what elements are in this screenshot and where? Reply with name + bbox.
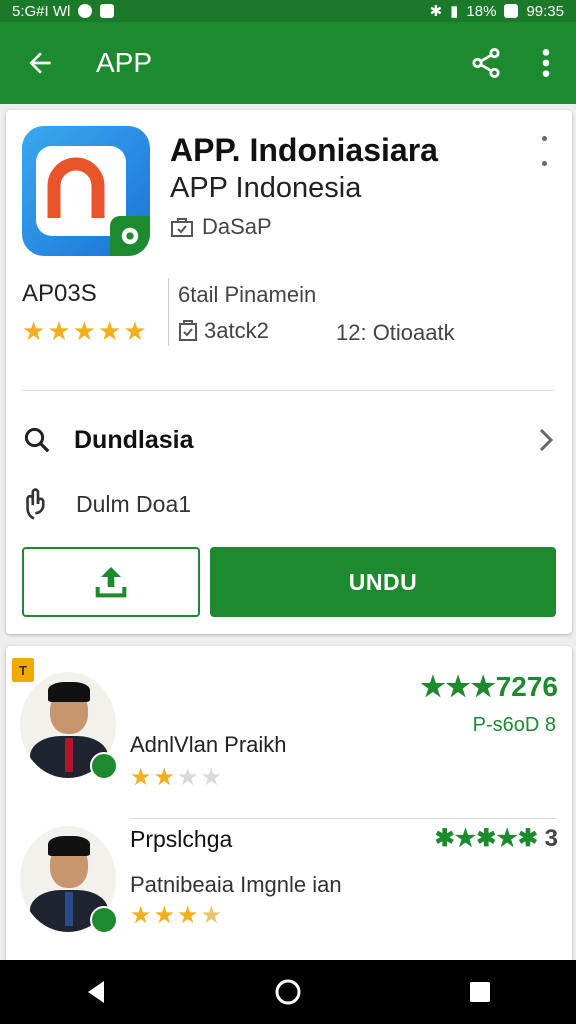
triangle-back-icon bbox=[88, 981, 104, 1003]
arrow-back-icon bbox=[29, 52, 51, 74]
nav-home-button[interactable] bbox=[258, 962, 318, 1022]
star-icon: ★ bbox=[130, 902, 152, 929]
app-subtitle: APP Indonesia bbox=[170, 172, 362, 204]
notification-icon bbox=[78, 4, 93, 18]
chevron-right-icon bbox=[539, 428, 554, 452]
nav-back-button[interactable] bbox=[66, 962, 126, 1022]
search-icon bbox=[24, 427, 50, 453]
star-icon: ★ bbox=[177, 902, 199, 929]
info-value: 3atck2 bbox=[204, 318, 269, 343]
package-icon bbox=[179, 320, 197, 341]
back-button[interactable] bbox=[0, 22, 80, 104]
star-icon: ★ bbox=[177, 764, 199, 791]
detail-row-label: Dulm Doa1 bbox=[76, 490, 192, 517]
score-value: 7276 bbox=[495, 671, 558, 702]
more-vert-icon bbox=[542, 49, 550, 77]
star-icon: ★ bbox=[123, 316, 147, 346]
square-recents-icon bbox=[470, 982, 490, 1002]
star-icon: ★ bbox=[47, 316, 71, 346]
status-left-text: 5:G#I Wl bbox=[12, 2, 71, 20]
share-button[interactable] bbox=[456, 22, 516, 104]
search-row[interactable]: Dundlasia bbox=[22, 416, 556, 464]
section-divider bbox=[22, 390, 554, 391]
dot-icon bbox=[541, 136, 547, 141]
battery-icon bbox=[504, 4, 519, 18]
rating-stars: ★ ★ ★ ★ ★ bbox=[22, 318, 147, 344]
review-item[interactable]: Prpslchga Patnibeaia Imgnle ian ★ ★ ★ ★ … bbox=[6, 822, 572, 952]
info-extra: 12: Otioaatk bbox=[336, 320, 455, 345]
navigation-bar bbox=[0, 960, 576, 1024]
developer-name: DaSaP bbox=[202, 214, 272, 239]
developer-icon bbox=[171, 218, 193, 237]
app-icon bbox=[22, 126, 150, 256]
app-details-card: APP. Indoniasiara APP Indonesia DaSaP AP… bbox=[6, 110, 572, 634]
dot-icon bbox=[541, 161, 547, 166]
info-row: 3atck2 bbox=[178, 318, 269, 344]
review-name: AdnlVlan Praikh bbox=[130, 732, 287, 757]
app-bar: APP bbox=[0, 22, 576, 104]
bluetooth-icon: ✱ bbox=[429, 3, 443, 20]
star-icon: ★ bbox=[153, 902, 176, 929]
verified-badge-icon bbox=[90, 752, 118, 780]
app-bar-title: APP bbox=[96, 47, 153, 78]
search-row-label: Dundlasia bbox=[74, 425, 194, 454]
overflow-menu-button[interactable] bbox=[516, 22, 576, 104]
star-icon: ★ bbox=[200, 764, 223, 791]
vertical-divider bbox=[168, 278, 169, 346]
star-icon: ★ bbox=[22, 316, 46, 346]
app-title: APP. Indoniasiara bbox=[170, 132, 438, 168]
share-icon bbox=[472, 47, 500, 79]
review-score: ✱★✱★✱ 3 bbox=[435, 824, 558, 853]
signal-icon: ▮ bbox=[450, 3, 459, 20]
score-stars-icon: ★★★ bbox=[420, 671, 496, 702]
review-item[interactable]: AdnlVlan Praikh ★ ★ ★ ★ ★★★7276 P-s6oD 8 bbox=[6, 668, 572, 819]
star-icon: ★ bbox=[72, 316, 96, 346]
review-score: ★★★7276 bbox=[420, 670, 558, 703]
star-icon: ★ bbox=[200, 902, 223, 929]
message-icon bbox=[100, 4, 115, 18]
app-badge-icon bbox=[110, 216, 150, 256]
review-text: Patnibeaia Imgnle ian bbox=[130, 872, 342, 897]
review-divider bbox=[130, 818, 556, 819]
detail-row[interactable]: Dulm Doa1 bbox=[22, 482, 556, 526]
status-left: 5:G#I Wl bbox=[12, 2, 115, 20]
upload-icon bbox=[95, 567, 127, 598]
score-value: 3 bbox=[544, 825, 558, 852]
nav-recents-button[interactable] bbox=[450, 962, 510, 1022]
star-icon: ★ bbox=[130, 764, 152, 791]
reviews-card: T AdnlVlan Praikh ★ ★ ★ ★ ★★★7276 P-s6oD… bbox=[6, 646, 572, 966]
review-score-sub: P-s6oD 8 bbox=[472, 714, 556, 736]
circle-home-icon bbox=[275, 979, 301, 1005]
touch-icon bbox=[26, 488, 45, 520]
rating-block: AP03S ★ ★ ★ ★ ★ bbox=[22, 280, 147, 344]
review-stars: ★ ★ ★ ★ bbox=[130, 904, 222, 928]
status-right: ✱ ▮ 18% 99:35 bbox=[429, 2, 564, 21]
star-icon: ★ bbox=[153, 764, 176, 791]
status-bar: 5:G#I Wl ✱ ▮ 18% 99:35 bbox=[0, 0, 576, 22]
star-icon: ★ bbox=[97, 316, 122, 346]
verified-badge-icon bbox=[90, 906, 118, 934]
share-action-button[interactable] bbox=[22, 547, 200, 617]
score-stars-icon: ✱★✱★✱ bbox=[434, 825, 545, 852]
review-name: Prpslchga bbox=[130, 826, 233, 852]
status-time: 99:35 bbox=[526, 2, 564, 20]
developer-row[interactable]: DaSaP bbox=[170, 214, 272, 240]
rating-label: AP03S bbox=[22, 280, 97, 307]
card-menu-button[interactable] bbox=[534, 136, 554, 166]
battery-percent: 18% bbox=[466, 2, 497, 20]
info-label: 6tail Pinamein bbox=[178, 282, 317, 307]
install-button[interactable]: UNDU bbox=[210, 547, 556, 617]
review-stars: ★ ★ ★ ★ bbox=[130, 766, 222, 790]
